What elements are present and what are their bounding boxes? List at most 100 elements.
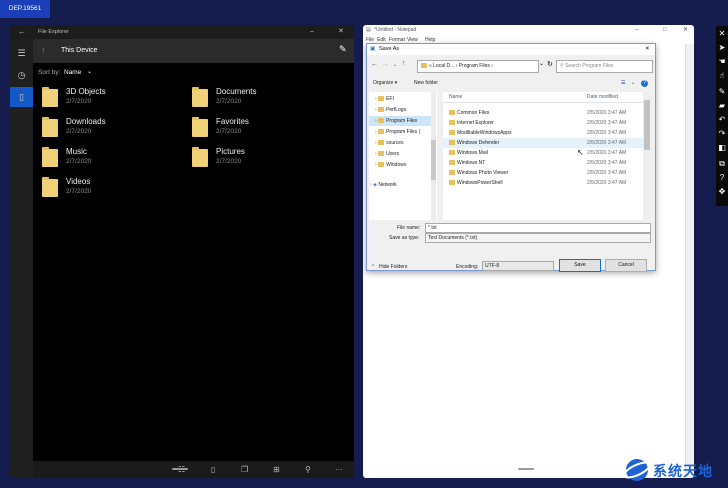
search-icon[interactable]: ⚲ <box>305 461 311 478</box>
hide-folders-link[interactable]: Hide Folders <box>379 264 407 270</box>
organize-button[interactable]: Organize ▾ <box>373 77 397 90</box>
folder-item[interactable]: Favorites 2/7/2020 <box>192 117 332 143</box>
chevron-down-icon[interactable]: ⌄ <box>87 68 92 75</box>
up-arrow-icon[interactable]: ↑ <box>41 45 46 55</box>
folder-item[interactable]: 3D Objects 2/7/2020 <box>42 87 182 113</box>
list-item[interactable]: WindowsPowerShell 2/5/2020 3:47 AM <box>443 178 643 188</box>
pen-icon[interactable]: ✎ <box>716 86 728 98</box>
chevron-down-icon[interactable]: ⌄ <box>539 60 544 67</box>
tree-item[interactable]: › EFI <box>369 94 435 104</box>
sort-bar: Sort by: Name ⌄ <box>33 63 354 83</box>
touch-icon[interactable]: ☝ <box>716 70 728 82</box>
folder-item[interactable]: Videos 2/7/2020 <box>42 177 182 203</box>
copy-icon[interactable]: ❐ <box>241 461 248 478</box>
hand-icon[interactable]: ☚ <box>716 56 728 68</box>
folder-icon <box>449 110 455 116</box>
column-name[interactable]: Name <box>449 92 462 102</box>
save-button[interactable]: Save <box>559 259 601 272</box>
help-icon[interactable]: ? <box>716 172 728 184</box>
tree-item-label: PerfLogs <box>386 107 407 113</box>
refresh-icon[interactable]: ↻ <box>547 60 553 68</box>
mouse-cursor-icon: ↖ <box>577 148 584 157</box>
more-options-icon[interactable]: ··· <box>335 461 343 478</box>
file-name-label: File name: <box>397 225 421 231</box>
new-folder-button[interactable]: New folder <box>414 77 438 90</box>
file-date: 2/5/2020 3:47 AM <box>587 110 627 116</box>
forward-arrow-icon[interactable]: → <box>382 61 389 68</box>
back-arrow-icon[interactable]: ← <box>371 61 378 68</box>
maximize-icon[interactable]: □ <box>663 25 667 36</box>
sort-value[interactable]: Name <box>64 69 81 76</box>
tree-item[interactable]: › Users <box>369 149 435 159</box>
device-icon[interactable]: ▯ <box>10 87 33 107</box>
settings-icon[interactable]: ✥ <box>716 186 728 198</box>
folder-icon <box>378 140 385 146</box>
close-icon[interactable]: ✕ <box>716 28 728 40</box>
tree-item[interactable]: › PerfLogs <box>369 105 435 115</box>
folder-name: Documents <box>216 87 257 96</box>
list-item[interactable]: Windows NT 2/5/2020 3:47 AM <box>443 158 643 168</box>
tree-scrollbar[interactable] <box>431 92 436 220</box>
close-icon[interactable]: ✕ <box>338 25 344 39</box>
tree-item[interactable]: › ◈ Network <box>369 180 435 190</box>
redo-icon[interactable]: ↷ <box>716 128 728 140</box>
tree-item-selected[interactable]: › Program Files <box>369 116 435 126</box>
tree-item[interactable]: › Windows <box>369 160 435 170</box>
hamburger-menu-icon[interactable]: ☰ <box>10 43 33 63</box>
back-arrow-icon[interactable]: ← <box>18 25 26 39</box>
close-icon[interactable]: ✕ <box>683 25 688 36</box>
search-input[interactable]: ⚲ Search Program Files <box>556 60 653 73</box>
view-options-icon[interactable]: ☰ <box>621 77 625 90</box>
file-name-input[interactable]: *.txt <box>425 223 651 233</box>
rename-pencil-icon[interactable]: ✎ <box>339 44 347 55</box>
encoding-select[interactable]: UTF-8 <box>482 261 554 271</box>
list-item[interactable]: ModifiableWindowsApps 2/5/2020 3:47 AM <box>443 128 643 138</box>
recent-clock-icon[interactable]: ◷ <box>10 65 33 85</box>
build-badge: DEP.19561 <box>0 0 50 18</box>
hide-folders-chevron-icon[interactable]: ⌃ <box>371 264 375 270</box>
tree-scroll-thumb[interactable] <box>431 140 436 180</box>
folder-date: 2/7/2020 <box>216 158 242 165</box>
eraser-icon[interactable]: ◧ <box>716 142 728 154</box>
capture-icon[interactable]: ⧉ <box>716 158 728 170</box>
folder-item[interactable]: Downloads 2/7/2020 <box>42 117 182 143</box>
undo-icon[interactable]: ↶ <box>716 114 728 126</box>
drag-handle[interactable] <box>172 468 188 470</box>
minimize-icon[interactable]: – <box>310 25 314 39</box>
dialog-titlebar: ▣ Save As ✕ <box>367 44 655 55</box>
notepad-scrollbar[interactable] <box>685 44 694 478</box>
address-field[interactable]: « Local D... › Program Files › <box>417 60 539 73</box>
marker-icon[interactable]: ▰ <box>716 100 728 112</box>
expand-chevron-icon: › <box>375 96 377 102</box>
close-icon[interactable]: ✕ <box>645 44 650 55</box>
drag-handle[interactable] <box>518 468 534 470</box>
pointer-icon[interactable]: ➤ <box>716 42 728 54</box>
file-date: 2/5/2020 3:47 AM <box>587 180 627 186</box>
minimize-icon[interactable]: – <box>635 25 638 36</box>
cancel-button[interactable]: Cancel <box>605 259 647 272</box>
folder-icon <box>378 129 385 135</box>
folder-item[interactable]: Pictures 2/7/2020 <box>192 147 332 173</box>
folder-item[interactable]: Music 2/7/2020 <box>42 147 182 173</box>
tree-item[interactable]: › Program Files ( <box>369 127 435 137</box>
tree-item[interactable]: › sources <box>369 138 435 148</box>
grid-view-icon[interactable]: ⊞ <box>273 461 280 478</box>
list-item[interactable]: Windows Photo Viewer 2/5/2020 3:47 AM <box>443 168 643 178</box>
help-icon[interactable]: ? <box>641 80 648 87</box>
list-item[interactable]: Common Files 2/5/2020 3:47 AM <box>443 108 643 118</box>
save-as-type-select[interactable]: Text Documents (*.txt) <box>425 233 651 243</box>
list-scrollbar[interactable] <box>643 92 651 220</box>
phone-view-icon[interactable]: ▯ <box>211 461 215 478</box>
folder-date: 2/7/2020 <box>66 158 92 165</box>
list-scroll-thumb[interactable] <box>644 100 650 150</box>
chevron-down-icon[interactable]: ⌄ <box>631 77 635 90</box>
list-item-hover[interactable]: Windows Defender 2/5/2020 3:47 AM <box>443 138 643 148</box>
list-item[interactable]: Windows Mail 2/5/2020 3:47 AM <box>443 148 643 158</box>
folder-item[interactable]: Documents 2/7/2020 <box>192 87 332 113</box>
folder-icon <box>449 170 455 176</box>
list-item[interactable]: Internet Explorer 2/5/2020 3:47 AM <box>443 118 643 128</box>
column-date-modified[interactable]: Date modified <box>587 92 618 102</box>
up-arrow-icon[interactable]: ↑ <box>402 60 406 67</box>
recent-chevron-icon[interactable]: ⌄ <box>393 62 397 68</box>
folder-icon <box>449 150 455 156</box>
